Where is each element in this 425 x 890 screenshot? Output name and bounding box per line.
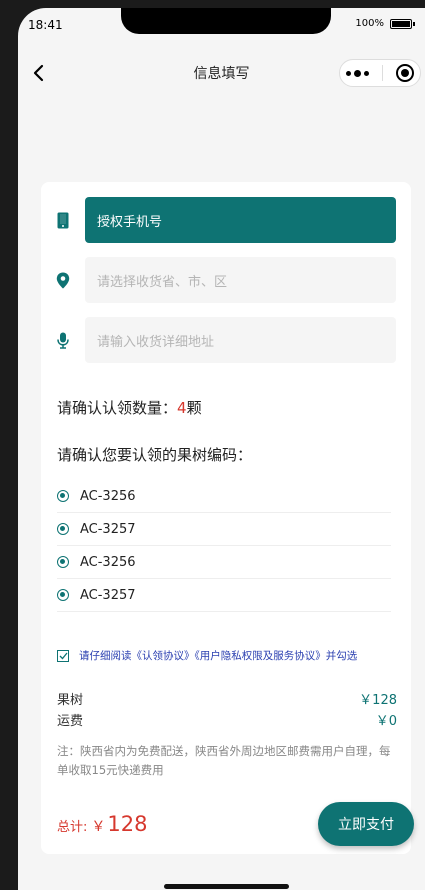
phone-row: 授权手机号 (41, 197, 411, 243)
pay-now-button[interactable]: 立即支付 (318, 802, 414, 846)
fruit-price-row: 果树 ￥128 (57, 689, 397, 708)
radio-selected-icon[interactable] (57, 523, 69, 535)
battery-icon (390, 18, 412, 29)
address-input[interactable]: 请输入收货详细地址 (85, 317, 396, 363)
address-row: 请输入收货详细地址 (41, 317, 411, 363)
agreement-checkbox[interactable] (57, 649, 69, 662)
navbar: 信息填写 (18, 50, 425, 96)
tree-code-item[interactable]: AC-3256 (57, 480, 391, 513)
home-indicator (164, 884, 289, 889)
checkmark-icon (59, 652, 68, 659)
shipping-price-row: 运费 ￥0 (57, 710, 397, 729)
shipping-price-value: ￥0 (375, 714, 397, 729)
tree-code-item[interactable]: AC-3257 (57, 579, 391, 612)
status-time: 18:41 (28, 18, 63, 32)
tree-code-item[interactable]: AC-3256 (57, 546, 391, 579)
tree-code: AC-3257 (80, 521, 136, 537)
count-unit: 颗 (186, 399, 202, 417)
close-target-icon[interactable] (395, 64, 414, 82)
region-row: 请选择收货省、市、区 (41, 257, 411, 303)
tree-code-item[interactable]: AC-3257 (57, 513, 391, 546)
authorize-phone-button[interactable]: 授权手机号 (85, 197, 396, 243)
total-value: 128 (107, 812, 148, 836)
location-pin-icon (54, 271, 72, 289)
total-currency: ￥ (91, 819, 106, 835)
codes-heading: 请确认您要认领的果树编码： (57, 446, 253, 464)
radio-selected-icon[interactable] (57, 556, 69, 568)
count-heading: 请确认认领数量：4颗 (57, 397, 202, 418)
status-indicators: 100% (355, 18, 415, 29)
total-amount: 总计: ￥ 128 (57, 812, 147, 836)
capsule-divider (381, 65, 383, 81)
battery-tip (413, 21, 415, 26)
shipping-price-label: 运费 (57, 714, 84, 729)
tree-code: AC-3257 (80, 587, 136, 603)
tree-code-list: AC-3256 AC-3257 AC-3256 AC-3257 (57, 480, 391, 612)
back-arrow-icon[interactable] (28, 62, 50, 84)
microphone-icon (54, 331, 72, 349)
count-value: 4 (177, 399, 187, 417)
fruit-price-value: ￥128 (359, 693, 397, 708)
fruit-price-label: 果树 (57, 693, 84, 708)
miniprogram-capsule (339, 59, 421, 87)
phone-icon (54, 211, 72, 229)
count-prefix: 请确认认领数量： (57, 399, 178, 417)
tree-code: AC-3256 (80, 488, 136, 504)
order-card: 授权手机号 请选择收货省、市、区 请输入收货详细地址 请确认认领数量：4颗 请确… (41, 182, 414, 854)
battery-percent: 100% (355, 18, 384, 29)
shipping-note: 注：陕西省内为免费配送，陕西省外周边地区邮费需用户自理，每单收取15元快递费用 (57, 744, 391, 777)
total-label: 总计: (57, 820, 88, 835)
radio-selected-icon[interactable] (57, 490, 69, 502)
more-icon[interactable] (346, 69, 370, 77)
agreement-link[interactable]: 请仔细阅读《认领协议》《用户隐私权限及服务协议》并勾选 (79, 648, 357, 663)
notch (121, 8, 331, 34)
region-select[interactable]: 请选择收货省、市、区 (85, 257, 396, 303)
tree-code: AC-3256 (80, 554, 136, 570)
agreement-row: 请仔细阅读《认领协议》《用户隐私权限及服务协议》并勾选 (57, 648, 357, 663)
page-title: 信息填写 (193, 66, 250, 82)
radio-selected-icon[interactable] (57, 589, 69, 601)
phone-screen: 18:41 100% 信息填写 授权手机号 请选择收货省、市、区 请输入收货详细… (18, 8, 425, 890)
